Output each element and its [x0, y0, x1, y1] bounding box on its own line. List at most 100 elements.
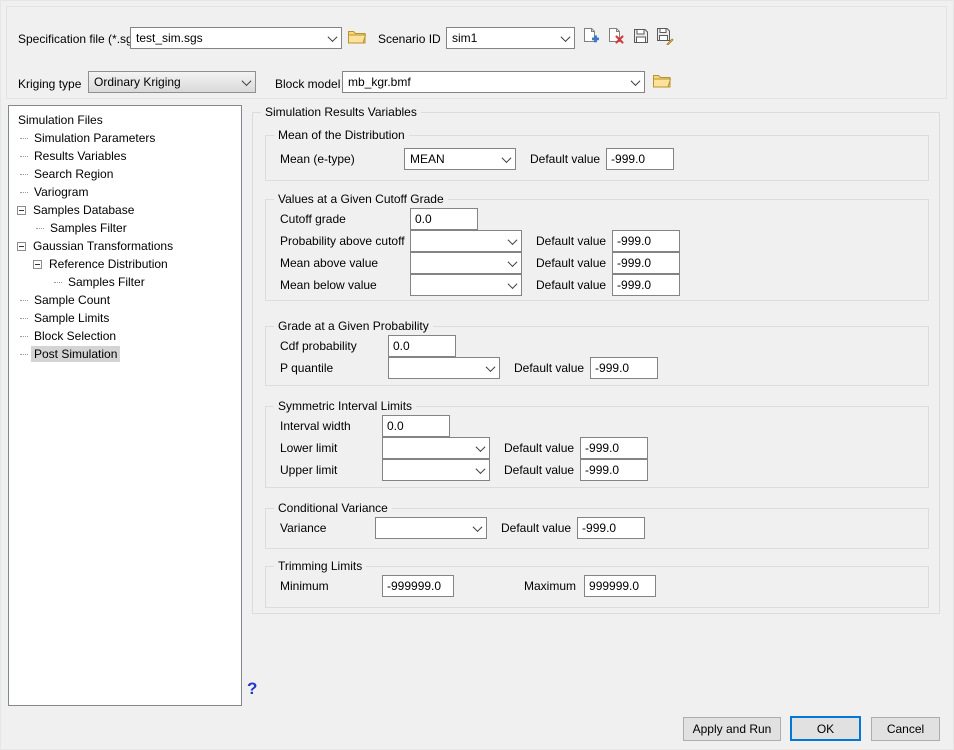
ok-button[interactable]: OK	[790, 716, 861, 741]
chevron-down-icon[interactable]	[471, 438, 489, 458]
group-title: Grade at a Given Probability	[274, 319, 433, 333]
default-value-label: Default value	[530, 152, 600, 166]
scenario-id-combobox[interactable]: sim1	[446, 27, 575, 49]
mean-above-value-combobox[interactable]	[410, 252, 522, 274]
chevron-down-icon[interactable]	[471, 460, 489, 480]
form-row: Mean (e-type) MEAN Default value	[280, 148, 928, 170]
tree-item-simulation-files[interactable]: Simulation Files	[9, 111, 241, 129]
new-scenario-button[interactable]	[581, 28, 600, 47]
help-button[interactable]: ?	[247, 679, 257, 699]
tree-connector	[20, 354, 28, 355]
tree-item-label: Sample Limits	[31, 310, 112, 326]
delete-scenario-button[interactable]	[606, 28, 625, 47]
lower-limit-default-value-input[interactable]	[580, 437, 648, 459]
probability-above-cutoff-combobox[interactable]	[410, 230, 522, 252]
cdf-probability-input[interactable]	[388, 335, 456, 357]
collapse-icon[interactable]	[17, 206, 26, 215]
form-row: Minimum Maximum	[280, 575, 928, 597]
scenario-id-value: sim1	[447, 31, 556, 45]
upper-limit-combobox[interactable]	[382, 459, 490, 481]
tree-item-label: Variogram	[31, 184, 91, 200]
p-quantile-combobox[interactable]	[388, 357, 500, 379]
save-scenario-button[interactable]	[631, 28, 650, 47]
tree-item-results-variables[interactable]: Results Variables	[9, 147, 241, 165]
tree-item-variogram[interactable]: Variogram	[9, 183, 241, 201]
tree-item-label: Simulation Files	[15, 112, 106, 128]
maximum-input[interactable]	[584, 575, 656, 597]
mean-below-value-combobox[interactable]	[410, 274, 522, 296]
tree-connector	[20, 318, 28, 319]
block-model-label: Block model	[275, 77, 340, 91]
spec-file-value: test_sim.sgs	[131, 31, 323, 45]
variance-label: Variance	[280, 521, 375, 535]
chevron-down-icon[interactable]	[503, 253, 521, 273]
tree-item-label: Samples Filter	[47, 220, 130, 236]
kriging-type-combobox[interactable]: Ordinary Kriging	[88, 71, 256, 93]
scenario-toolbar	[581, 28, 675, 47]
group-title: Mean of the Distribution	[274, 128, 409, 142]
open-spec-folder-button[interactable]	[347, 29, 366, 48]
collapse-icon[interactable]	[17, 242, 26, 251]
tree-item-block-selection[interactable]: Block Selection	[9, 327, 241, 345]
minimum-input[interactable]	[382, 575, 454, 597]
block-model-value: mb_kgr.bmf	[343, 75, 626, 89]
variance-combobox[interactable]	[375, 517, 487, 539]
variance-default-value-input[interactable]	[577, 517, 645, 539]
tree-item-post-simulation[interactable]: Post Simulation	[9, 345, 241, 363]
open-block-model-folder-button[interactable]	[652, 73, 671, 92]
upper-limit-default-value-input[interactable]	[580, 459, 648, 481]
chevron-down-icon[interactable]	[323, 28, 341, 48]
form-row: Mean below value Default value	[280, 274, 928, 296]
mean-default-value-input[interactable]	[606, 148, 674, 170]
default-value-label: Default value	[504, 441, 574, 455]
cutoff-grade-input[interactable]	[410, 208, 478, 230]
group-title: Values at a Given Cutoff Grade	[274, 192, 448, 206]
tree-item-samples-database[interactable]: Samples Database	[9, 201, 241, 219]
tree-item-samples-filter-1[interactable]: Samples Filter	[9, 219, 241, 237]
chevron-down-icon[interactable]	[497, 149, 515, 169]
chevron-down-icon[interactable]	[503, 275, 521, 295]
cancel-button[interactable]: Cancel	[871, 717, 940, 741]
chevron-down-icon[interactable]	[556, 28, 574, 48]
save-icon	[633, 28, 649, 47]
form-row: Cutoff grade	[280, 208, 928, 230]
tree-item-label: Samples Filter	[65, 274, 148, 290]
chevron-down-icon[interactable]	[626, 72, 644, 92]
lower-limit-combobox[interactable]	[382, 437, 490, 459]
collapse-icon[interactable]	[33, 260, 42, 269]
save-scenario-as-button[interactable]	[656, 28, 675, 47]
tree-item-gaussian-transformations[interactable]: Gaussian Transformations	[9, 237, 241, 255]
block-model-combobox[interactable]: mb_kgr.bmf	[342, 71, 645, 93]
chevron-down-icon[interactable]	[468, 518, 486, 538]
tree-item-sample-limits[interactable]: Sample Limits	[9, 309, 241, 327]
tree-item-search-region[interactable]: Search Region	[9, 165, 241, 183]
mean-etype-combobox[interactable]: MEAN	[404, 148, 516, 170]
mean-below-default-value-input[interactable]	[612, 274, 680, 296]
tree-item-simulation-parameters[interactable]: Simulation Parameters	[9, 129, 241, 147]
spec-file-combobox[interactable]: test_sim.sgs	[130, 27, 342, 49]
tree-item-samples-filter-2[interactable]: Samples Filter	[9, 273, 241, 291]
upper-limit-label: Upper limit	[280, 463, 382, 477]
form-row: Probability above cutoff Default value	[280, 230, 928, 252]
mean-above-default-value-input[interactable]	[612, 252, 680, 274]
probability-default-value-input[interactable]	[612, 230, 680, 252]
minimum-label: Minimum	[280, 579, 382, 593]
chevron-down-icon[interactable]	[481, 358, 499, 378]
tree-item-sample-count[interactable]: Sample Count	[9, 291, 241, 309]
tree-connector	[54, 282, 62, 283]
mean-above-value-label: Mean above value	[280, 256, 410, 270]
cdf-probability-label: Cdf probability	[280, 339, 388, 353]
tree-item-reference-distribution[interactable]: Reference Distribution	[9, 255, 241, 273]
chevron-down-icon[interactable]	[503, 231, 521, 251]
mean-below-value-label: Mean below value	[280, 278, 410, 292]
tree-item-label: Simulation Parameters	[31, 130, 158, 146]
quantile-default-value-input[interactable]	[590, 357, 658, 379]
chevron-down-icon[interactable]	[237, 72, 255, 92]
interval-width-label: Interval width	[280, 419, 382, 433]
tree-item-label: Search Region	[31, 166, 116, 182]
interval-width-input[interactable]	[382, 415, 450, 437]
tree-item-label: Results Variables	[31, 148, 129, 164]
cutoff-grade-group: Values at a Given Cutoff Grade Cutoff gr…	[265, 199, 929, 301]
mean-etype-label: Mean (e-type)	[280, 152, 404, 166]
apply-and-run-button[interactable]: Apply and Run	[683, 717, 781, 741]
